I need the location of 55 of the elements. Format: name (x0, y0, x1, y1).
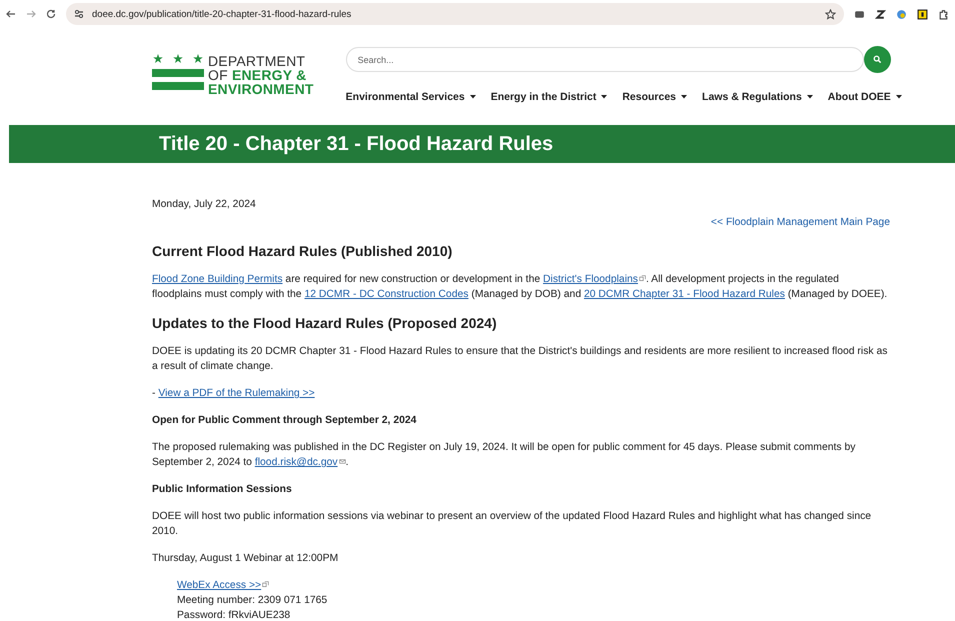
body-paragraph: - View a PDF of the Rulemaking >> (152, 387, 316, 401)
text-link[interactable]: Flood Zone Building Permits (152, 274, 283, 285)
external-link-icon (638, 275, 646, 282)
nav-menu-item[interactable]: Resources (622, 91, 688, 103)
text-link[interactable]: 20 DCMR Chapter 31 - Flood Hazard Rules (584, 289, 785, 300)
extension-icon[interactable] (875, 8, 886, 20)
logo-text: OF ENERGY & (208, 68, 308, 82)
subsection-heading: Open for Public Comment through September 2, 2024 (152, 414, 418, 428)
session-detail: Meeting number: 2309 071 1765 (177, 594, 328, 608)
caret-icon (470, 95, 476, 99)
text-link[interactable]: View a PDF of the Rulemaking >> (158, 388, 315, 399)
star-icon (193, 54, 203, 64)
back-link[interactable]: << Floodplain Management Main Page (710, 215, 890, 230)
section-heading: Current Flood Hazard Rules (Published 2010) (152, 242, 454, 260)
caret-icon (601, 95, 608, 99)
external-link-icon (262, 581, 270, 588)
caret-icon (681, 95, 688, 99)
text-link[interactable]: 12 DCMR - DC Construction Codes (304, 289, 468, 300)
session-detail: Password: fRkviAUE238 (177, 609, 292, 621)
nav-menu-item[interactable]: Environmental Services (346, 91, 476, 103)
reload-icon[interactable] (46, 9, 56, 19)
logo-stripe (152, 69, 204, 77)
body-paragraph: Flood Zone Building Permits are required for new construction or development in the District's Floodplains . All development projects in the regulated floodplains must comply with the 12 DCMR - DC Construction Codes (Managed by DOB) and 20 DCMR Chapter 31 - Flood Hazard Rules (Managed by DOEE). (152, 273, 888, 302)
publish-date: Monday, July 22, 2024 (152, 198, 257, 212)
extension-icon[interactable] (854, 8, 865, 20)
email-link[interactable]: flood.risk@dc.gov (254, 457, 346, 468)
logo-stripe (152, 82, 204, 90)
star-icon (153, 54, 163, 64)
body-paragraph: Thursday, August 1 Webinar at 12:00PM (152, 552, 340, 566)
body-paragraph: The proposed rulemaking was published in the DC Register on July 19, 2024. It will be open for public comment for 45 days. Please submit comments by September 2, 2024 to flood.risk@dc.gov . (152, 441, 856, 470)
body-paragraph: DOEE will host two public information sessions via webinar to present an overview of the updated Flood Hazard Rules and highlight what has changed since 2010. (152, 510, 872, 539)
extension-icon[interactable] (917, 8, 928, 20)
search-icon (872, 55, 882, 64)
star-icon (173, 54, 183, 64)
mail-icon (338, 458, 346, 465)
site-settings-icon[interactable] (74, 9, 84, 19)
text-link[interactable]: WebEx Access >> (177, 580, 270, 591)
body-paragraph: DOEE is updating its 20 DCMR Chapter 31 - Flood Hazard Rules to ensure that the District's buildings and residents are more resilient to increased flood risk as a result of climate change. (152, 345, 888, 374)
back-icon[interactable] (6, 9, 16, 19)
page-title: Title 20 - Chapter 31 - Flood Hazard Rules (159, 132, 554, 156)
logo-text: ENVIRONMENT (208, 82, 314, 96)
address-bar[interactable]: doee.dc.gov/publication/title-20-chapter-31-flood-hazard-rules (66, 3, 844, 25)
nav-menu-item[interactable]: About DOEE (828, 91, 902, 103)
logo-text: DEPARTMENT (208, 54, 306, 68)
nav-menu-item[interactable]: Energy in the District (490, 91, 608, 103)
search-field[interactable]: Search... (346, 47, 864, 72)
text-link[interactable]: District's Floodplains (543, 274, 646, 285)
section-heading: Updates to the Flood Hazard Rules (Proposed 2024) (152, 314, 498, 332)
bookmark-star-icon[interactable] (825, 8, 836, 20)
subsection-heading: Public Information Sessions (152, 483, 293, 497)
puzzle-icon[interactable] (938, 8, 949, 20)
search-button[interactable] (864, 46, 891, 73)
caret-icon (806, 95, 813, 99)
nav-menu-item[interactable]: Laws & Regulations (702, 91, 813, 103)
caret-icon (896, 95, 902, 99)
